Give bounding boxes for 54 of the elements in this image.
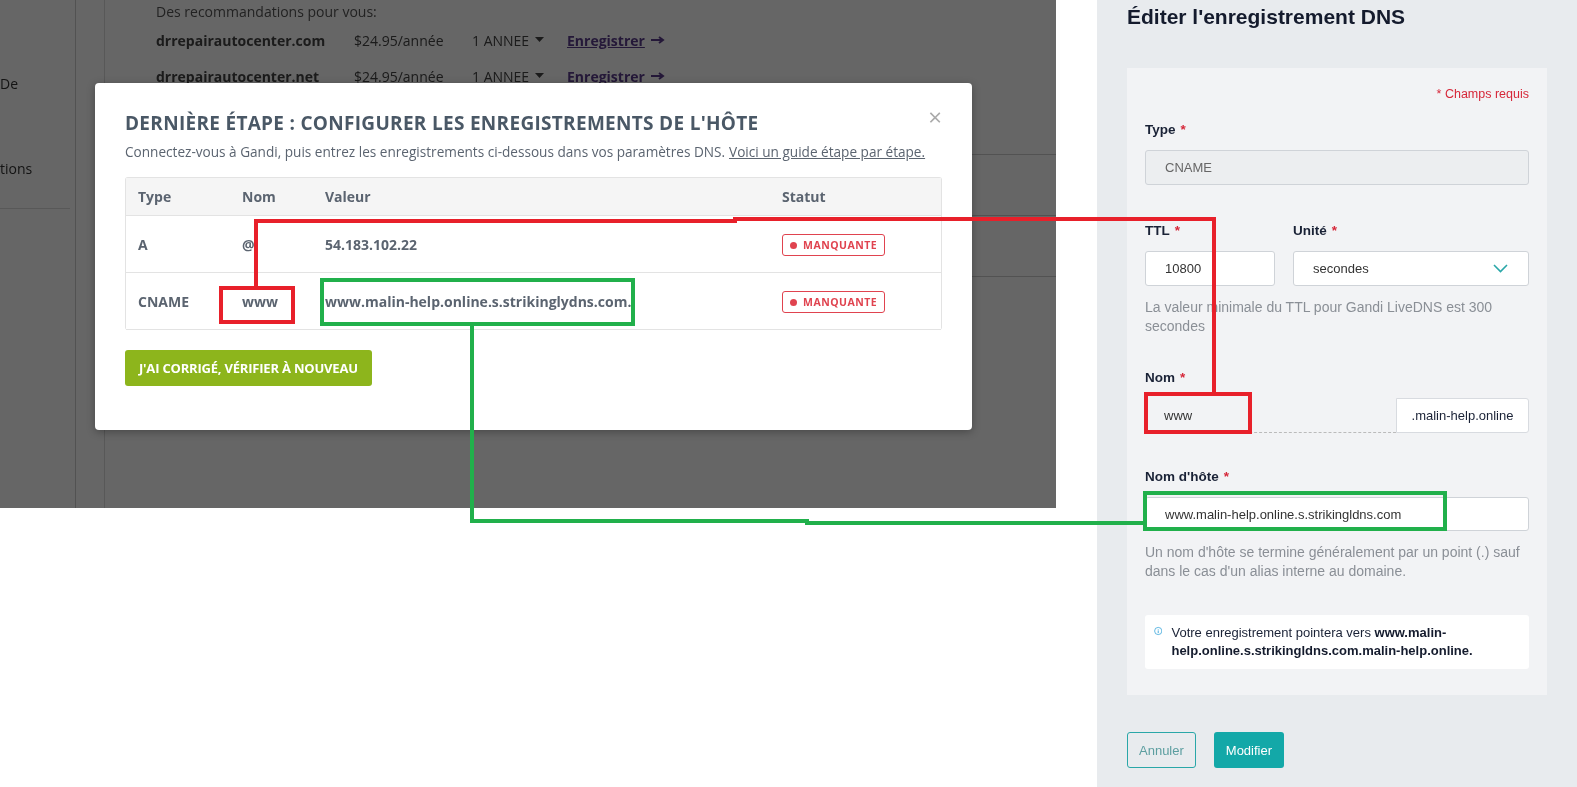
domain-name: drrepairautocenter.net xyxy=(156,66,321,86)
register-link[interactable]: Enregistrer xyxy=(567,66,665,86)
table-cell-text: www.malin-help.online.s.strikinglydns.com. xyxy=(325,291,633,311)
arrow-icon xyxy=(650,36,665,44)
column-header: Type xyxy=(138,187,173,206)
arrow-icon xyxy=(650,72,665,80)
modify-button[interactable]: Modifier xyxy=(1213,732,1285,768)
field-label: TTL xyxy=(1145,223,1170,239)
field-label: Type xyxy=(1145,122,1176,138)
status-badge: MANQUANTE xyxy=(782,234,886,257)
required-mark: * xyxy=(1180,122,1186,138)
sidebar-item[interactable]: De xyxy=(0,74,75,93)
cancel-button[interactable]: Annuler xyxy=(1127,732,1196,768)
info-text: Votre enregistrement pointera vers www.malin-help.online.s.strikingldns.com.malin-help.online. xyxy=(1171,624,1474,660)
sidebar-item[interactable]: tions xyxy=(0,159,70,209)
domain-suffix: .malin-help.online xyxy=(1396,398,1529,433)
verify-button[interactable]: J'AI CORRIGÉ, VÉRIFIER À NOUVEAU xyxy=(125,350,372,386)
table-cell-text: A xyxy=(138,234,149,254)
status-badge: MANQUANTE xyxy=(782,291,886,314)
required-mark: * xyxy=(1331,223,1337,239)
required-mark: * xyxy=(1174,223,1180,239)
close-button[interactable]: × xyxy=(928,105,942,129)
required-note: * Champs requis xyxy=(1436,86,1529,102)
select-field[interactable]: secondes xyxy=(1293,251,1529,286)
term-dropdown[interactable]: 1 ANNEE xyxy=(472,30,567,50)
table-cell-text: 54.183.102.22 xyxy=(325,234,419,254)
domain-name: drrepairautocenter.com xyxy=(156,30,327,50)
column-header: Statut xyxy=(782,187,827,206)
hint-text: Un nom d'hôte se termine généralement par un point (.) sauf dans le cas d'un alias interne au domaine. xyxy=(1145,543,1521,581)
register-link[interactable]: Enregistrer xyxy=(567,30,665,50)
price-text: $24.95/année xyxy=(354,30,445,50)
price-text: $24.95/année xyxy=(354,66,445,86)
chevron-down-icon xyxy=(1493,264,1508,273)
section-heading: Des recommandations pour vous: xyxy=(156,2,377,21)
guide-link[interactable]: Voici un guide étape par étape. xyxy=(729,142,926,161)
table-cell-text: @ xyxy=(242,234,256,254)
required-mark: * xyxy=(1223,469,1229,485)
column-header: Nom xyxy=(242,187,277,206)
input-field: CNAME xyxy=(1145,150,1529,185)
table-cell-text: www xyxy=(242,291,279,311)
description-text: Connectez-vous à Gandi, puis entrez les enregistrements ci-dessous dans vos paramètres DNS. xyxy=(125,142,726,161)
required-mark: * xyxy=(1180,370,1186,386)
caret-icon xyxy=(535,37,545,43)
column-header: Valeur xyxy=(325,187,372,206)
modal-title: DERNIÈRE ÉTAPE : CONFIGURER LES ENREGISTREMENTS DE L'HÔTE xyxy=(125,110,759,136)
field-label: Unité xyxy=(1293,223,1327,239)
field-label: Nom d'hôte xyxy=(1145,469,1219,485)
term-dropdown[interactable]: 1 ANNEE xyxy=(472,66,567,86)
caret-icon xyxy=(535,73,545,79)
panel-title: Éditer l'enregistrement DNS xyxy=(1127,5,1406,29)
table-cell-text: CNAME xyxy=(138,291,190,311)
field-label: Nom xyxy=(1145,370,1175,386)
info-icon xyxy=(1154,624,1163,638)
input-field[interactable]: 10800 xyxy=(1145,251,1275,286)
